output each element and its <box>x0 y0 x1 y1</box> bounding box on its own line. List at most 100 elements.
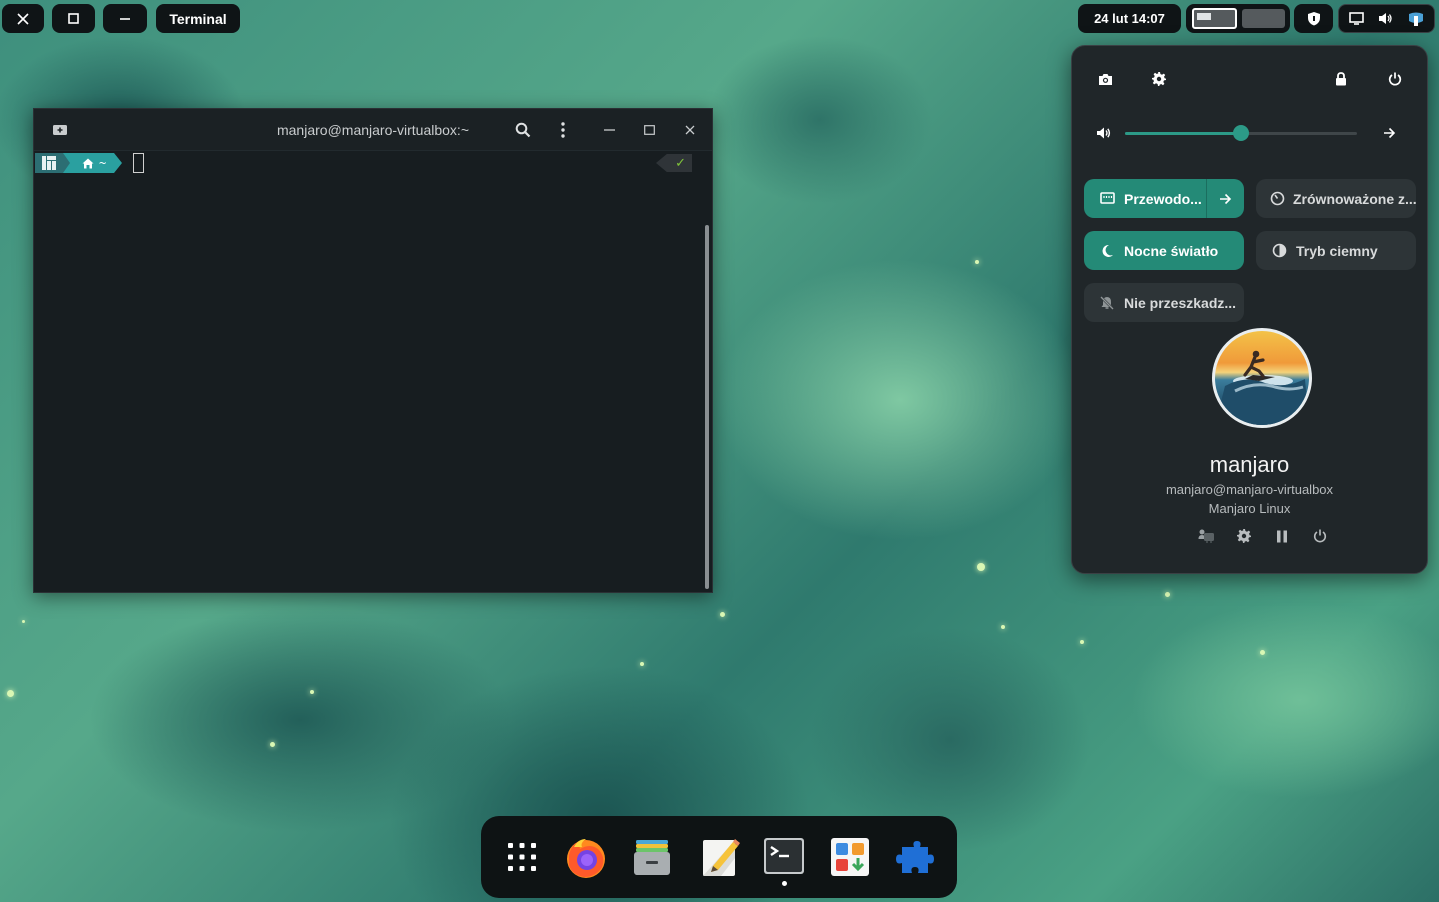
privacy-indicator[interactable] <box>1294 4 1333 33</box>
minimize-icon <box>603 129 615 131</box>
maximize-button[interactable] <box>633 109 665 151</box>
firefox-icon <box>567 839 605 878</box>
wallpaper-sparkle <box>270 742 275 747</box>
minimize-button[interactable] <box>593 109 625 151</box>
user-host: manjaro@manjaro-virtualbox <box>1165 482 1334 497</box>
prompt-separator <box>63 153 70 173</box>
network-wired-icon <box>1348 12 1364 25</box>
terminal-scrollbar[interactable] <box>705 225 709 589</box>
prompt-end-arrow <box>114 153 123 173</box>
close-icon <box>17 12 29 25</box>
switch-user-icon <box>1198 529 1214 543</box>
do-not-disturb-toggle[interactable]: Nie przeszkadz... <box>1084 283 1244 322</box>
volume-slider-fill <box>1125 132 1241 135</box>
night-light-toggle[interactable]: Nocne światło <box>1084 231 1244 270</box>
workspace-2-thumbnail[interactable] <box>1241 9 1285 28</box>
gear-icon <box>1237 529 1251 543</box>
dock-item-software-center[interactable] <box>828 835 872 879</box>
exit-status-indicator: ✓ <box>656 154 692 172</box>
wallpaper-sparkle <box>975 260 979 264</box>
manjaro-logo-icon <box>35 153 63 173</box>
volume-slider[interactable] <box>1125 125 1357 141</box>
prompt-directory: ~ <box>99 156 107 170</box>
shell-prompt: ~ <box>35 153 123 173</box>
text-cursor <box>133 153 144 173</box>
dark-mode-label: Tryb ciemny <box>1296 242 1378 259</box>
app-grid-icon <box>508 843 536 871</box>
workspace-1-thumbnail[interactable] <box>1191 8 1237 29</box>
wallpaper-sparkle <box>310 690 314 694</box>
wallpaper-sparkle <box>1165 592 1170 597</box>
running-indicator <box>782 881 787 886</box>
power-off-button[interactable] <box>1381 65 1409 93</box>
dock <box>481 816 957 898</box>
software-center-icon <box>831 838 869 876</box>
clock[interactable]: 24 lut 14:07 <box>1078 4 1181 33</box>
arrow-right-icon <box>1220 193 1232 204</box>
pause-icon <box>1277 530 1287 542</box>
wallpaper-sparkle <box>720 612 725 617</box>
user-settings-button[interactable] <box>1230 522 1258 550</box>
wallpaper-sparkle <box>1260 650 1265 655</box>
power-profile-toggle[interactable]: Zrównoważone z... <box>1256 179 1416 218</box>
close-icon <box>685 125 695 135</box>
wallpaper-sparkle <box>977 563 985 571</box>
volume-icon <box>1378 13 1392 24</box>
active-app-menu[interactable]: Terminal <box>156 4 240 33</box>
wired-network-menu-button[interactable] <box>1206 179 1244 218</box>
search-icon <box>515 122 531 138</box>
user-avatar[interactable] <box>1212 328 1312 428</box>
wired-network-toggle[interactable]: Przewodo... <box>1084 179 1244 218</box>
workspace-indicator[interactable] <box>1186 4 1290 33</box>
screenshot-button[interactable] <box>1091 65 1119 93</box>
kebab-menu-icon <box>561 122 565 138</box>
dock-item-text-editor[interactable] <box>698 835 742 879</box>
window-maximize-button[interactable] <box>52 4 95 33</box>
close-button[interactable] <box>674 109 706 151</box>
wired-network-label: Przewodo... <box>1124 190 1202 207</box>
dock-item-app-grid[interactable] <box>500 835 544 879</box>
window-minimize-button[interactable] <box>103 4 147 33</box>
dark-mode-toggle[interactable]: Tryb ciemny <box>1256 231 1416 270</box>
terminal-headerbar[interactable]: manjaro@manjaro-virtualbox:~ <box>34 109 712 151</box>
wallpaper-sparkle <box>7 690 14 697</box>
search-button[interactable] <box>507 109 539 151</box>
dock-item-files[interactable] <box>630 835 674 879</box>
audio-output-expand-button[interactable] <box>1375 119 1403 147</box>
dock-item-firefox[interactable] <box>564 835 608 879</box>
volume-slider-handle[interactable] <box>1233 125 1249 141</box>
prompt-home-segment: ~ <box>70 153 115 173</box>
camera-icon <box>1098 73 1112 85</box>
lock-icon <box>1336 72 1346 86</box>
volume-mute-button[interactable] <box>1090 119 1118 147</box>
power-profile-icon <box>1270 191 1285 206</box>
window-close-button[interactable] <box>2 4 44 33</box>
terminal-window[interactable]: manjaro@manjaro-virtualbox:~ ~ ✓ <box>33 108 713 593</box>
switch-user-button[interactable] <box>1192 522 1220 550</box>
shutdown-button[interactable] <box>1306 522 1334 550</box>
wallpaper-sparkle <box>640 662 644 666</box>
dock-item-extensions[interactable] <box>892 835 936 879</box>
distro-name: Manjaro Linux <box>1208 501 1291 516</box>
extension-update-icon <box>1408 12 1423 26</box>
wallpaper-sparkle <box>1080 640 1084 644</box>
user-name: manjaro <box>1209 452 1290 477</box>
wallpaper-sparkle <box>1001 625 1005 629</box>
gear-icon <box>1152 72 1166 86</box>
home-icon <box>82 158 94 168</box>
surfer-avatar-image <box>1215 350 1309 425</box>
do-not-disturb-label: Nie przeszkadz... <box>1124 294 1237 311</box>
maximize-icon <box>68 13 79 24</box>
system-status-menu[interactable] <box>1338 4 1435 33</box>
dock-item-terminal[interactable] <box>762 835 806 879</box>
settings-button[interactable] <box>1145 65 1173 93</box>
night-light-label: Nocne światło <box>1124 242 1219 259</box>
power-icon <box>1313 529 1327 543</box>
menu-button[interactable] <box>547 109 579 151</box>
dark-mode-icon <box>1270 243 1288 258</box>
suspend-button[interactable] <box>1268 522 1296 550</box>
notifications-disabled-icon <box>1098 295 1116 310</box>
lock-screen-button[interactable] <box>1327 65 1355 93</box>
power-profile-label: Zrównoważone z... <box>1293 190 1416 207</box>
maximize-icon <box>643 125 655 135</box>
